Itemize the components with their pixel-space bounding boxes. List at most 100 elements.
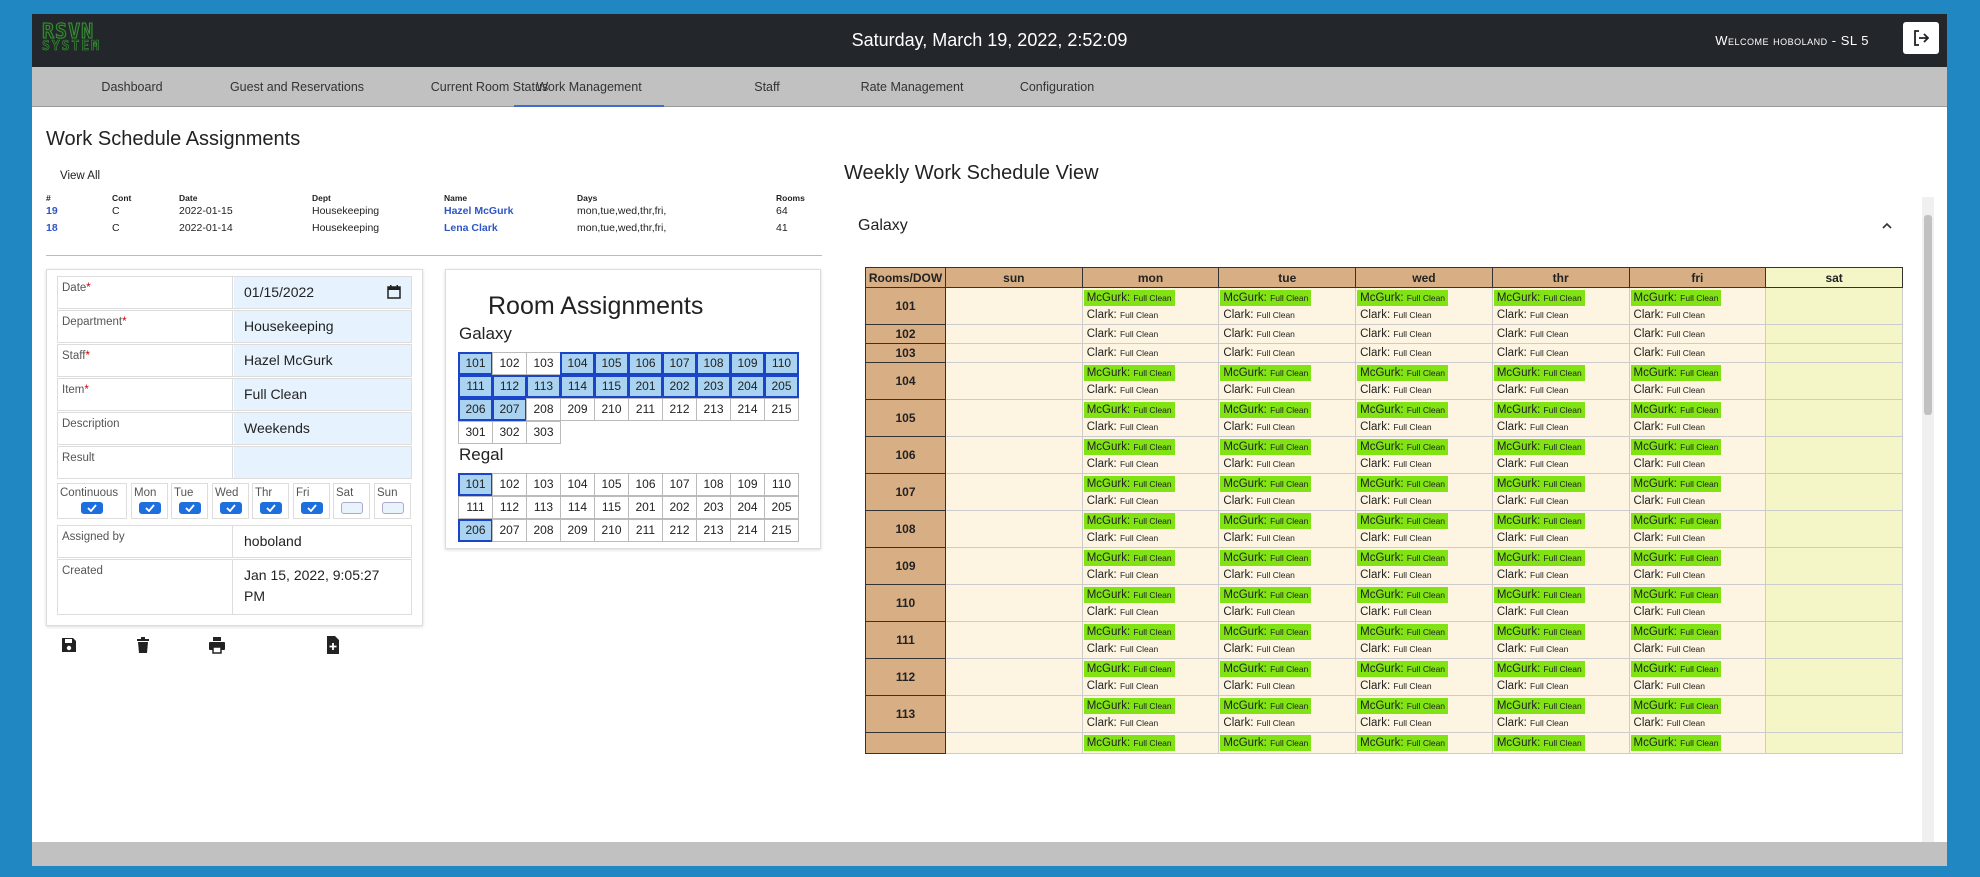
assignment-tag[interactable]: McGurk: Full Clean <box>1630 439 1722 455</box>
room-cell[interactable]: 108 <box>696 352 731 375</box>
assignment-tag[interactable]: Clark: Full Clean <box>1494 567 1628 583</box>
assignment-tag[interactable]: Clark: Full Clean <box>1220 326 1354 342</box>
room-cell[interactable]: 101 <box>458 352 493 375</box>
staff-name-link[interactable]: Hazel McGurk <box>444 205 513 217</box>
assignment-tag[interactable]: McGurk: Full Clean <box>1493 698 1585 714</box>
assignment-tag[interactable]: Clark: Full Clean <box>1631 530 1765 546</box>
assignment-tag[interactable]: Clark: Full Clean <box>1357 715 1491 731</box>
assignment-tag[interactable]: Clark: Full Clean <box>1494 530 1628 546</box>
room-cell[interactable]: 212 <box>662 398 697 421</box>
assignment-tag[interactable]: Clark: Full Clean <box>1494 382 1628 398</box>
assignment-tag[interactable]: Clark: Full Clean <box>1494 456 1628 472</box>
room-cell[interactable]: 215 <box>764 398 799 421</box>
room-cell[interactable]: 107 <box>662 352 697 375</box>
assignment-tag[interactable]: McGurk: Full Clean <box>1493 290 1585 306</box>
room-cell[interactable]: 210 <box>594 519 629 542</box>
room-cell[interactable]: 104 <box>560 473 595 496</box>
assignment-tag[interactable]: Clark: Full Clean <box>1084 326 1218 342</box>
room-cell[interactable]: 201 <box>628 375 663 398</box>
assignment-tag[interactable]: McGurk: Full Clean <box>1220 290 1312 306</box>
assignment-tag[interactable]: Clark: Full Clean <box>1494 307 1628 323</box>
assignment-tag[interactable]: McGurk: Full Clean <box>1357 290 1449 306</box>
day-fri[interactable]: Fri <box>293 483 330 519</box>
assignment-tag[interactable]: Clark: Full Clean <box>1084 419 1218 435</box>
assignment-tag[interactable]: Clark: Full Clean <box>1220 678 1354 694</box>
assignment-tag[interactable]: McGurk: Full Clean <box>1630 624 1722 640</box>
room-cell[interactable]: 204 <box>730 496 765 519</box>
assignment-tag[interactable]: McGurk: Full Clean <box>1357 439 1449 455</box>
check-icon[interactable] <box>81 502 103 514</box>
assignment-tag[interactable]: McGurk: Full Clean <box>1083 587 1175 603</box>
department-select[interactable]: Housekeeping <box>234 311 411 342</box>
assignment-tag[interactable]: Clark: Full Clean <box>1084 345 1218 361</box>
room-cell[interactable]: 213 <box>696 519 731 542</box>
view-all-link[interactable]: View All <box>60 170 100 182</box>
room-cell[interactable]: 113 <box>526 375 561 398</box>
assignment-tag[interactable]: McGurk: Full Clean <box>1357 735 1449 751</box>
room-cell[interactable]: 203 <box>696 375 731 398</box>
check-icon[interactable] <box>259 502 282 514</box>
assignment-tag[interactable]: Clark: Full Clean <box>1631 678 1765 694</box>
assignment-tag[interactable]: McGurk: Full Clean <box>1630 550 1722 566</box>
assignment-tag[interactable]: Clark: Full Clean <box>1084 715 1218 731</box>
assignment-tag[interactable]: McGurk: Full Clean <box>1493 661 1585 677</box>
assignment-tag[interactable]: McGurk: Full Clean <box>1357 365 1449 381</box>
staff-name-link[interactable]: Lena Clark <box>444 222 498 234</box>
room-cell[interactable]: 102 <box>492 473 527 496</box>
assignment-tag[interactable]: Clark: Full Clean <box>1357 567 1491 583</box>
assignment-tag[interactable]: McGurk: Full Clean <box>1493 365 1585 381</box>
room-cell[interactable]: 111 <box>458 375 493 398</box>
assignment-tag[interactable]: Clark: Full Clean <box>1631 715 1765 731</box>
room-cell[interactable]: 105 <box>594 473 629 496</box>
assignment-tag[interactable]: Clark: Full Clean <box>1631 345 1765 361</box>
assignment-tag[interactable]: McGurk: Full Clean <box>1220 365 1312 381</box>
staff-select[interactable]: Hazel McGurk <box>234 345 411 376</box>
room-cell[interactable]: 105 <box>594 352 629 375</box>
room-cell[interactable]: 209 <box>560 519 595 542</box>
assignment-tag[interactable]: Clark: Full Clean <box>1357 326 1491 342</box>
assignment-tag[interactable]: McGurk: Full Clean <box>1493 402 1585 418</box>
assignment-tag[interactable]: McGurk: Full Clean <box>1083 661 1175 677</box>
assignment-tag[interactable]: McGurk: Full Clean <box>1630 587 1722 603</box>
room-cell[interactable]: 208 <box>526 398 561 421</box>
day-wed[interactable]: Wed <box>212 483 249 519</box>
assignment-tag[interactable]: McGurk: Full Clean <box>1630 513 1722 529</box>
assignment-tag[interactable]: Clark: Full Clean <box>1084 604 1218 620</box>
assignment-tag[interactable]: Clark: Full Clean <box>1084 530 1218 546</box>
assignment-tag[interactable]: Clark: Full Clean <box>1631 604 1765 620</box>
assignment-tag[interactable]: McGurk: Full Clean <box>1220 550 1312 566</box>
check-icon[interactable] <box>300 502 323 514</box>
assignment-tag[interactable]: Clark: Full Clean <box>1084 678 1218 694</box>
date-input[interactable]: 01/15/2022 <box>234 277 411 308</box>
assignment-tag[interactable]: Clark: Full Clean <box>1357 493 1491 509</box>
assignment-tag[interactable]: Clark: Full Clean <box>1220 419 1354 435</box>
delete-icon[interactable] <box>132 634 154 656</box>
assignment-tag[interactable]: Clark: Full Clean <box>1631 419 1765 435</box>
assignment-tag[interactable]: Clark: Full Clean <box>1220 604 1354 620</box>
assignment-tag[interactable]: McGurk: Full Clean <box>1493 513 1585 529</box>
tab-configuration[interactable]: Configuration <box>967 67 1147 107</box>
room-cell[interactable]: 115 <box>594 496 629 519</box>
room-cell[interactable]: 205 <box>764 375 799 398</box>
assignment-tag[interactable]: Clark: Full Clean <box>1220 715 1354 731</box>
assignment-tag[interactable]: Clark: Full Clean <box>1494 678 1628 694</box>
room-cell[interactable]: 203 <box>696 496 731 519</box>
room-cell[interactable]: 206 <box>458 519 493 542</box>
tab-work-management[interactable]: Work Management <box>514 67 664 107</box>
assignment-tag[interactable]: McGurk: Full Clean <box>1083 402 1175 418</box>
schedule-id-link[interactable]: 19 <box>46 205 58 217</box>
room-cell[interactable]: 211 <box>628 398 663 421</box>
room-cell[interactable]: 213 <box>696 398 731 421</box>
check-icon[interactable] <box>178 502 201 514</box>
assignment-tag[interactable]: McGurk: Full Clean <box>1357 476 1449 492</box>
room-cell[interactable]: 103 <box>526 352 561 375</box>
assignment-tag[interactable]: McGurk: Full Clean <box>1357 587 1449 603</box>
assignment-tag[interactable]: Clark: Full Clean <box>1357 345 1491 361</box>
assignment-tag[interactable]: Clark: Full Clean <box>1357 530 1491 546</box>
result-input[interactable] <box>234 447 411 478</box>
tab-guest-reservations[interactable]: Guest and Reservations <box>192 67 402 107</box>
room-cell[interactable]: 214 <box>730 398 765 421</box>
room-cell[interactable]: 302 <box>492 421 527 444</box>
assignment-tag[interactable]: Clark: Full Clean <box>1084 382 1218 398</box>
assignment-tag[interactable]: Clark: Full Clean <box>1357 307 1491 323</box>
